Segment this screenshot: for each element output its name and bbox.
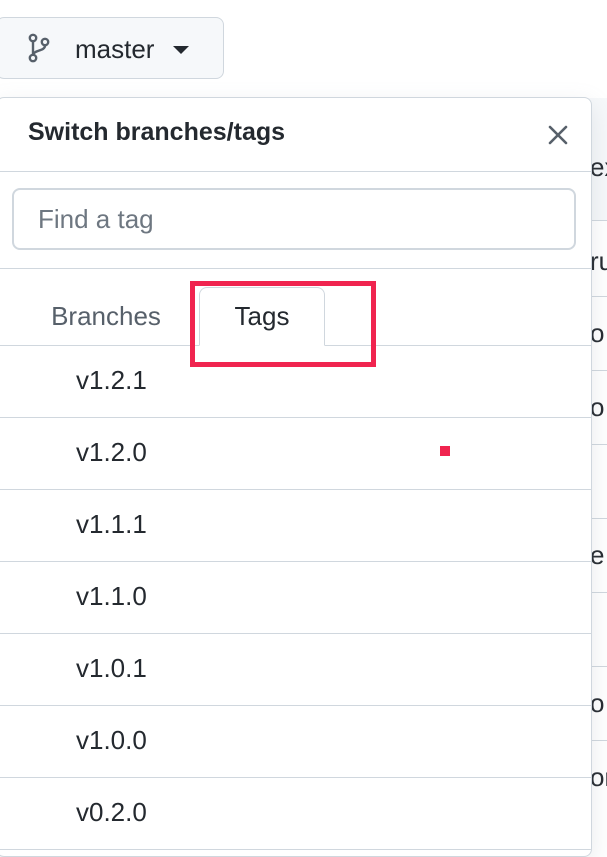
background-text: o: [590, 318, 605, 348]
tag-item[interactable]: v1.1.1: [0, 490, 591, 562]
ref-type-tabs: Branches Tags: [0, 269, 591, 346]
background-text: o: [590, 688, 605, 718]
background-text: e: [590, 540, 605, 570]
tag-item[interactable]: v1.2.1: [0, 346, 591, 418]
tag-item[interactable]: v1.0.0: [0, 706, 591, 778]
tag-name: v0.2.0: [76, 797, 147, 827]
background-text: ru: [590, 246, 607, 276]
tag-name: v1.0.1: [76, 653, 147, 683]
branch-name: master: [75, 34, 155, 64]
branch-select-button[interactable]: master: [0, 17, 224, 79]
branch-tag-switcher-popover: Switch branches/tags Branches Tags v1.2.…: [0, 97, 592, 857]
tab-tags[interactable]: Tags: [199, 287, 325, 346]
tag-name: v1.0.0: [76, 725, 147, 755]
tag-list: v1.2.1 v1.2.0 v1.1.1 v1.1.0 v1.0.1 v1.0.…: [0, 346, 591, 850]
popover-header: Switch branches/tags: [0, 98, 591, 172]
background-text: o: [590, 392, 605, 422]
tag-name: v1.2.0: [76, 437, 147, 467]
popover-title: Switch branches/tags: [28, 118, 286, 146]
tag-item[interactable]: v1.0.1: [0, 634, 591, 706]
background-text: or: [590, 762, 607, 792]
background-text: ex: [590, 152, 607, 182]
tag-item[interactable]: v1.1.0: [0, 562, 591, 634]
git-branch-icon: [28, 33, 50, 63]
tag-item[interactable]: v1.2.0: [0, 418, 591, 490]
tab-branches[interactable]: Branches: [31, 287, 181, 345]
tag-name: v1.1.0: [76, 581, 147, 611]
close-icon[interactable]: [543, 120, 573, 150]
chevron-down-icon: [173, 46, 189, 54]
find-tag-input[interactable]: [12, 188, 576, 250]
tag-name: v1.1.1: [76, 509, 147, 539]
tag-item[interactable]: v0.2.0: [0, 778, 591, 850]
filter-section: [0, 172, 591, 269]
tag-name: v1.2.1: [76, 365, 147, 395]
